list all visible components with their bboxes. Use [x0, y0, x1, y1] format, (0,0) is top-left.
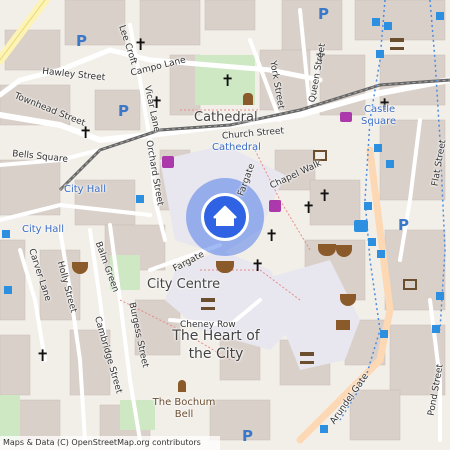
- home-icon[interactable]: [201, 193, 249, 241]
- bus-stop-icon[interactable]: [320, 425, 328, 433]
- museum-icon[interactable]: [300, 352, 314, 364]
- bus-stop-icon[interactable]: [386, 160, 394, 168]
- street-label-cheney-row: Cheney Row: [180, 320, 236, 330]
- church-icon[interactable]: ✝: [318, 188, 331, 204]
- bus-stop-icon[interactable]: [384, 22, 392, 30]
- library-icon[interactable]: [336, 320, 350, 330]
- parking-icon[interactable]: P: [76, 32, 87, 50]
- shop-icon[interactable]: [162, 156, 174, 168]
- bus-stop-icon[interactable]: [377, 250, 385, 258]
- church-icon[interactable]: ✝: [251, 258, 264, 274]
- bus-stop-icon[interactable]: [372, 18, 380, 26]
- tram-stop-label-city-hall-upper: City Hall: [64, 184, 106, 195]
- map-view[interactable]: P P P P P ✝ ✝ ✝ ✝ ✝ ✝ ✝ ✝ ✝ ✝ ✝ Cathedra…: [0, 0, 450, 450]
- shop-icon[interactable]: [340, 112, 352, 122]
- bus-stop-icon[interactable]: [376, 50, 384, 58]
- poi-label-bochum-bell-line1: The Bochum: [152, 397, 216, 408]
- area-label-cathedral: Cathedral: [194, 110, 258, 125]
- poi-label-bochum-bell-line2: Bell: [174, 409, 194, 420]
- area-label-heart-of-city-line1: The Heart of: [172, 328, 260, 344]
- bus-stop-icon[interactable]: [2, 230, 10, 238]
- bus-station-icon[interactable]: [354, 220, 368, 232]
- bus-stop-icon[interactable]: [368, 238, 376, 246]
- townhall-icon[interactable]: [201, 298, 215, 310]
- bus-stop-icon[interactable]: [374, 144, 382, 152]
- church-icon[interactable]: ✝: [221, 73, 234, 89]
- church-icon[interactable]: ✝: [302, 200, 315, 216]
- bus-stop-icon[interactable]: [136, 195, 144, 203]
- bus-stop-icon[interactable]: [4, 286, 12, 294]
- church-icon[interactable]: ✝: [265, 228, 278, 244]
- parking-icon[interactable]: P: [398, 216, 409, 234]
- parking-icon[interactable]: P: [118, 102, 129, 120]
- church-icon[interactable]: ✝: [36, 348, 49, 364]
- bus-stop-icon[interactable]: [432, 325, 440, 333]
- bus-stop-icon[interactable]: [436, 12, 444, 20]
- area-label-city-centre: City Centre: [147, 277, 221, 292]
- tram-stop-label-castle-square-line2: Square: [361, 116, 397, 127]
- bell-icon[interactable]: [178, 380, 186, 392]
- church-icon[interactable]: ✝: [134, 37, 147, 53]
- parking-icon[interactable]: P: [318, 5, 329, 23]
- tram-stop-label-castle-square-line1: Castle: [364, 104, 396, 115]
- area-label-heart-of-city-line2: the City: [188, 346, 244, 362]
- tram-stop-label-city-hall-lower: City Hall: [22, 224, 64, 235]
- tram-stop-label-cathedral: Cathedral: [212, 142, 261, 153]
- museum-icon[interactable]: [390, 38, 404, 50]
- bus-stop-icon[interactable]: [380, 330, 388, 338]
- shop-icon[interactable]: [269, 200, 281, 212]
- map-attribution: Maps & Data (C) OpenStreetMap.org contri…: [0, 436, 220, 450]
- bus-stop-icon[interactable]: [436, 292, 444, 300]
- monument-icon[interactable]: [243, 93, 253, 105]
- parking-icon[interactable]: P: [242, 427, 253, 445]
- bus-stop-icon[interactable]: [364, 202, 372, 210]
- cinema-icon[interactable]: [403, 279, 417, 290]
